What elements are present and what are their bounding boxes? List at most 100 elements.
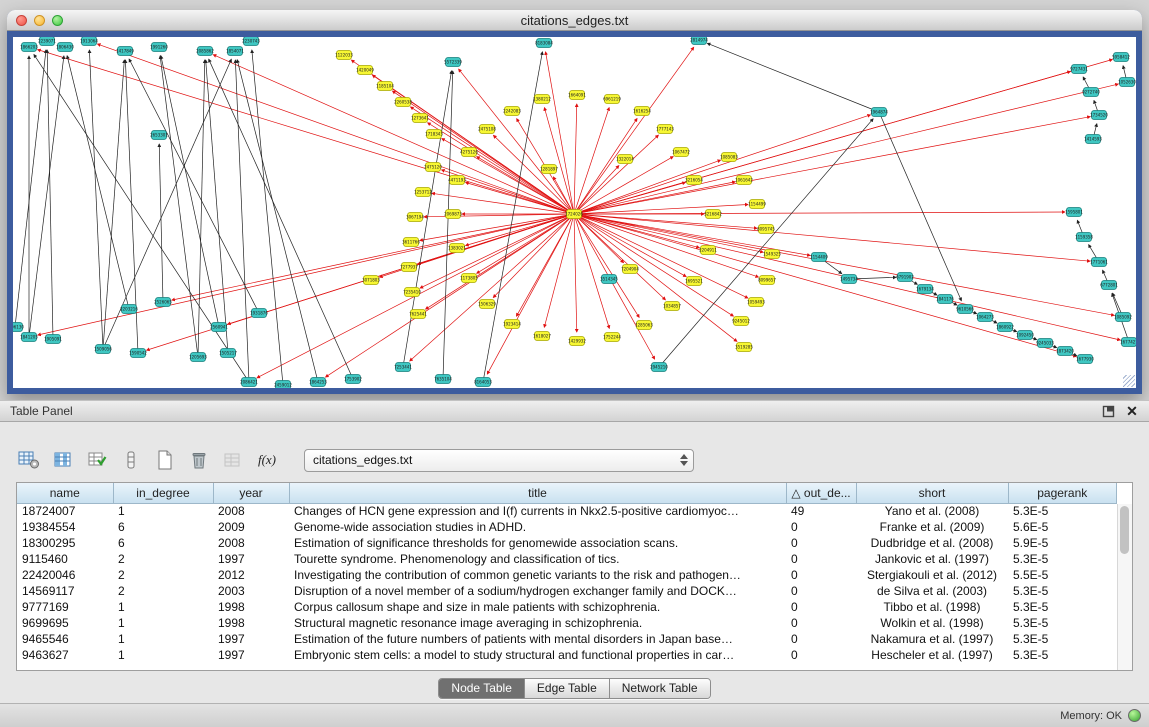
graph-node[interactable]: 1185104	[376, 82, 394, 91]
graph-node[interactable]: 1873420	[1056, 347, 1074, 356]
cell-pagerank[interactable]: 5.3E-5	[1008, 503, 1117, 519]
table-row[interactable]: 977716911998Corpus callosum shape and si…	[17, 599, 1117, 615]
cell-pagerank[interactable]: 5.3E-5	[1008, 631, 1117, 647]
graph-node[interactable]: 8183084	[535, 39, 553, 48]
graph-node[interactable]: 1122033	[335, 51, 353, 60]
graph-node[interactable]: 1380212	[533, 95, 551, 104]
tab-network-table[interactable]: Network Table	[609, 679, 710, 698]
cell-name[interactable]: 9463627	[17, 647, 113, 663]
graph-node[interactable]: 2459012	[274, 381, 292, 389]
graph-edge[interactable]	[574, 47, 694, 214]
graph-node[interactable]: 1285063	[635, 321, 653, 330]
cell-out_degree[interactable]: 0	[786, 535, 856, 551]
cell-short[interactable]: de Silva et al. (2003)	[856, 583, 1008, 599]
graph-node[interactable]: 6791902	[896, 273, 914, 282]
graph-node[interactable]: 2653301	[150, 131, 168, 140]
graph-edge[interactable]	[420, 214, 574, 288]
graph-node[interactable]: 1205693	[189, 353, 207, 362]
cell-title[interactable]: Genome-wide association studies in ADHD.	[289, 519, 786, 535]
cell-out_degree[interactable]: 0	[786, 567, 856, 583]
graph-node[interactable]: 1159358	[1075, 233, 1093, 242]
graph-node[interactable]: 9245033	[1036, 339, 1054, 348]
graph-edge[interactable]	[198, 60, 205, 357]
cell-name[interactable]: 9115460	[17, 551, 113, 567]
graph-node[interactable]: 9610566	[956, 305, 974, 314]
cell-in_degree[interactable]: 1	[113, 615, 213, 631]
graph-node[interactable]: 2086421	[240, 378, 258, 387]
graph-node[interactable]: 1059493	[747, 298, 765, 307]
graph-node[interactable]: 2230743	[242, 37, 260, 46]
graph-node[interactable]: 1154409	[810, 253, 828, 262]
graph-node[interactable]: 8095745	[757, 225, 775, 234]
close-window-icon[interactable]	[16, 15, 27, 26]
table-row[interactable]: 911546021997Tourette syndrome. Phenomeno…	[17, 551, 1117, 567]
cell-title[interactable]: Embryonic stem cells: a model to study s…	[289, 647, 786, 663]
graph-node[interactable]: 1806430	[56, 43, 74, 52]
graph-node[interactable]: 2239071	[38, 37, 56, 46]
import-table-icon[interactable]	[220, 448, 246, 472]
table-select-icon[interactable]	[84, 448, 110, 472]
graph-node[interactable]: 2204911	[699, 246, 717, 255]
column-header-pagerank[interactable]: pagerank	[1008, 483, 1117, 503]
graph-edge[interactable]	[574, 119, 637, 214]
cell-pagerank[interactable]: 5.3E-5	[1008, 615, 1117, 631]
graph-node[interactable]: 2560941	[210, 323, 228, 332]
graph-edge[interactable]	[206, 60, 228, 353]
cell-name[interactable]: 9465546	[17, 631, 113, 647]
trash-icon[interactable]	[186, 448, 212, 472]
graph-edge[interactable]	[707, 43, 879, 112]
cell-name[interactable]: 9777169	[17, 599, 113, 615]
float-panel-icon[interactable]	[1101, 404, 1115, 418]
graph-node[interactable]: 2242083	[503, 107, 521, 116]
graph-edge[interactable]	[574, 214, 733, 316]
graph-node[interactable]: 1724026	[565, 210, 583, 219]
graph-edge[interactable]	[89, 50, 103, 349]
cell-year[interactable]: 2008	[213, 503, 289, 519]
new-file-icon[interactable]	[152, 448, 178, 472]
cell-out_degree[interactable]: 0	[786, 599, 856, 615]
graph-node[interactable]: 2203216	[120, 305, 138, 314]
graph-node[interactable]: 5958412	[1112, 53, 1130, 62]
graph-node[interactable]: 3514345	[600, 275, 618, 284]
cell-short[interactable]: Nakamura et al. (1997)	[856, 631, 1008, 647]
graph-edge[interactable]	[326, 214, 574, 377]
column-header-title[interactable]: title	[289, 483, 786, 503]
graph-edge[interactable]	[29, 56, 64, 337]
graph-node[interactable]: 8164053	[474, 378, 492, 387]
graph-edge[interactable]	[574, 214, 577, 332]
cell-year[interactable]: 1998	[213, 599, 289, 615]
graph-node[interactable]: 1420049	[356, 66, 374, 75]
graph-node[interactable]: 1864253	[309, 378, 327, 387]
graph-edge[interactable]	[159, 144, 163, 302]
graph-edge[interactable]	[252, 50, 283, 385]
cell-year[interactable]: 1998	[213, 615, 289, 631]
column-header-year[interactable]: year	[213, 483, 289, 503]
tab-node-table[interactable]: Node Table	[439, 679, 524, 698]
cell-year[interactable]: 1997	[213, 551, 289, 567]
graph-node[interactable]: 2945210	[650, 363, 668, 372]
graph-node[interactable]: 7204904	[621, 265, 639, 274]
cell-short[interactable]: Hescheler et al. (1997)	[856, 647, 1008, 663]
graph-node[interactable]: 1414593	[1084, 135, 1102, 144]
cell-short[interactable]: Jankovic et al. (1997)	[856, 551, 1008, 567]
cell-in_degree[interactable]: 1	[113, 503, 213, 519]
cell-pagerank[interactable]: 5.3E-5	[1008, 599, 1117, 615]
network-canvas[interactable]: 1724026321684222049111695521103485712850…	[7, 31, 1142, 394]
window-resize-grip[interactable]	[1123, 375, 1135, 387]
table-source-dropdown[interactable]: citations_edges.txt	[304, 449, 694, 472]
graph-node[interactable]: 9245012	[732, 317, 750, 326]
cell-name[interactable]: 18724007	[17, 503, 113, 519]
graph-node[interactable]: 1664091	[568, 91, 586, 100]
graph-node[interactable]: 1061642	[735, 176, 753, 185]
graph-node[interactable]: 1866203	[20, 43, 38, 52]
cell-short[interactable]: Yano et al. (2008)	[856, 503, 1008, 519]
cell-out_degree[interactable]: 0	[786, 519, 856, 535]
function-builder-icon[interactable]: f(x)	[254, 448, 280, 472]
cell-name[interactable]: 19384554	[17, 519, 113, 535]
graph-node[interactable]: 7277937	[400, 263, 418, 272]
graph-node[interactable]: 7625441	[409, 310, 427, 319]
graph-edge[interactable]	[879, 112, 961, 301]
graph-node[interactable]: 7253441	[394, 363, 412, 372]
graph-node[interactable]: 3067194	[406, 213, 424, 222]
rows-icon[interactable]	[118, 448, 144, 472]
